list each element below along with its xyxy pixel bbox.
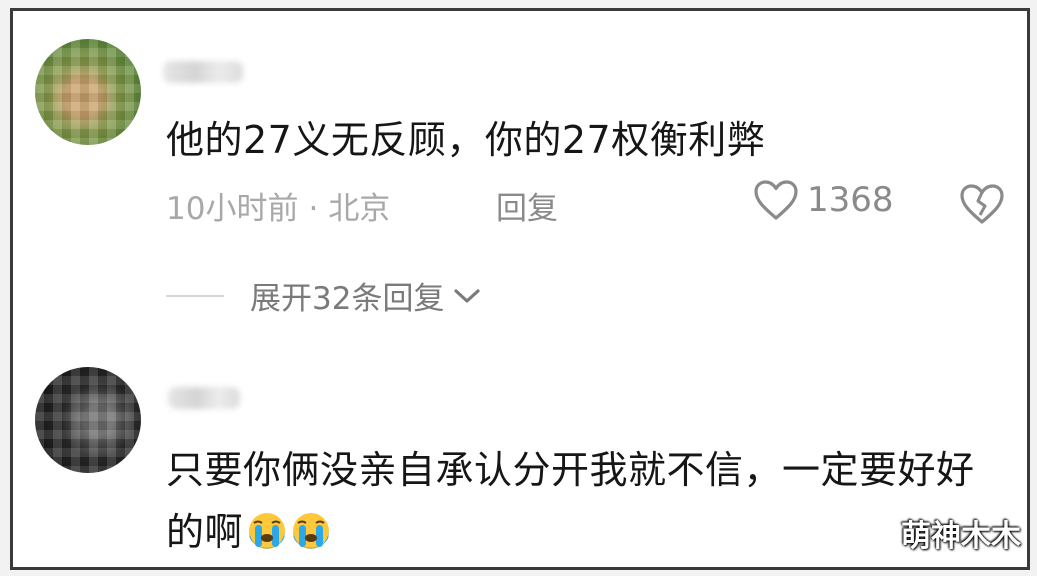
expand-replies-label: 展开32条回复 [250,281,445,317]
meta-separator: · [308,191,319,227]
username-blurred[interactable] [168,387,240,409]
like-button[interactable]: 1368 [753,179,894,221]
heart-icon [754,180,798,220]
comment-text: 只要你俩没亲自承认分开我就不信，一定要好好的啊 [166,439,986,563]
chevron-down-icon [454,288,481,303]
comment-meta: 10小时前 · 北京 [166,183,390,228]
avatar[interactable] [35,39,141,145]
like-count: 1368 [807,180,894,220]
reply-button[interactable]: 回复 [496,183,558,228]
username-blurred[interactable] [163,61,243,83]
avatar[interactable] [35,367,141,473]
dislike-button[interactable] [959,183,1005,229]
comment-text-content: 只要你俩没亲自承认分开我就不信，一定要好好的啊 [166,448,975,554]
expand-replies[interactable]: 展开32条回复 [166,273,482,318]
crying-face-emoji-icon [249,513,286,549]
crying-face-emoji-icon [293,513,330,549]
comment-text: 他的27义无反顾，你的27权衡利弊 [166,118,766,162]
comment-time: 10小时前 [166,191,299,227]
comment-location: 北京 [328,191,391,227]
comment-panel: 他的27义无反顾，你的27权衡利弊 10小时前 · 北京 回复 1368 展开32条… [10,8,1030,570]
broken-heart-icon [960,184,1004,224]
watermark: 萌神木木 [901,519,1021,554]
expand-divider [166,294,224,297]
